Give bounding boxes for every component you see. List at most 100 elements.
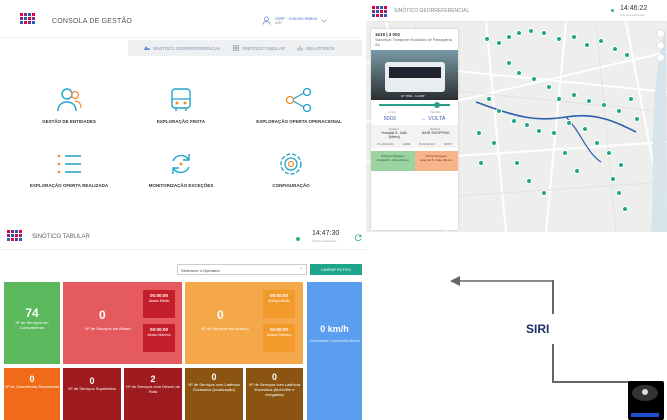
bus-stop-marker[interactable] (541, 30, 547, 36)
user-menu[interactable]: AMP - Antonio Matos AMP (262, 16, 327, 25)
refresh-icon (172, 154, 190, 174)
tile-exploracao-oferta-realizada[interactable]: EXPLORAÇÃO OFERTA REALIZADA (14, 150, 124, 188)
tabular-title: SINÓTICO TABULAR (32, 234, 90, 240)
bus-stop-marker[interactable] (531, 76, 537, 82)
label-linha: Linha (388, 110, 396, 114)
operator-select[interactable]: Selecione o Operador (177, 264, 307, 275)
bus-stop-marker[interactable] (506, 34, 512, 40)
geo-clock: 14:46:22 (620, 5, 648, 12)
bus-stop-marker[interactable] (491, 140, 497, 146)
bus-stop-marker[interactable] (516, 30, 522, 36)
bus-stop-marker[interactable] (618, 162, 624, 168)
box-latencia-localizacao[interactable]: 0 Nº de Serviços com Latência Excessiva … (185, 368, 243, 420)
map-control-button[interactable] (657, 30, 664, 37)
box-suprimidos[interactable]: 0 Nº de Serviços Suprimidos (63, 368, 121, 420)
bus-stop-marker[interactable] (541, 190, 547, 196)
bus-stop-marker[interactable] (526, 178, 532, 184)
bus-stop-marker[interactable] (556, 96, 562, 102)
georreferencial-panel: SINÓTICO GEORREFERENCIAL 14:46:22 Última… (366, 0, 667, 232)
tile-exploracao-frota[interactable]: EXPLORAÇÃO FROTA (126, 86, 236, 124)
bus-stop-marker[interactable] (616, 190, 622, 196)
tile-label: MONITORIZAÇÃO EXCEÇÕES (148, 183, 214, 188)
bus-stop-marker[interactable] (571, 34, 577, 40)
bus-stop-marker[interactable] (511, 118, 517, 124)
bus-stop-marker[interactable] (598, 38, 604, 44)
bus-stop-marker[interactable] (516, 70, 522, 76)
device-dial (642, 389, 648, 395)
status-dot (611, 9, 614, 12)
nav-item-georreferencial[interactable]: SINÓTICO GEORREFERENCIAL (144, 45, 221, 51)
bus-stop-marker[interactable] (536, 128, 542, 134)
tile-label: EXPLORAÇÃO OFERTA OPERACIONAL (256, 119, 342, 124)
map-control-button[interactable] (657, 54, 664, 61)
box-latencia-fecho[interactable]: 0 Nº de Serviços com Latência Excessiva … (246, 368, 303, 420)
tabular-clock: 14:47:30 (312, 230, 340, 237)
map-icon (144, 46, 150, 50)
tile-configuracao[interactable]: CONFIGURAÇÃO (236, 150, 346, 188)
screenshot-root: CONSOLA DE GESTÃO AMP - Antonio Matos AM… (0, 0, 667, 420)
label-sentido: Sentido (430, 110, 441, 114)
bus-stop-marker[interactable] (478, 160, 484, 166)
bus-stop-marker[interactable] (610, 176, 616, 182)
bus-stop-marker[interactable] (484, 36, 490, 42)
bus-stop-marker[interactable] (628, 96, 634, 102)
tile-gestao-entidades[interactable]: GESTÃO DE ENTIDADES (14, 86, 124, 124)
consola-nav: SINÓTICO GEORREFERENCIAL SINÓTICO TABULA… (128, 40, 362, 56)
nav-item-tabular[interactable]: SINÓTICO TABULAR (232, 45, 285, 51)
bus-stop-marker[interactable] (606, 150, 612, 156)
planned-label: PLANEADO (377, 142, 394, 146)
bus-stop-marker[interactable] (634, 116, 640, 122)
vehicle-photo: ET 7801 - G AMP (371, 50, 458, 100)
map-control-button[interactable] (657, 42, 664, 49)
bus-stop-marker[interactable] (496, 108, 502, 114)
destination-value: NAIR SHOPPING (421, 131, 450, 135)
bus-stop-marker[interactable] (486, 96, 492, 102)
bus-stop-marker[interactable] (612, 46, 618, 52)
box-desvio-rota[interactable]: 2 Nº de Serviços com Desvio de Rota (124, 368, 182, 420)
bus-stop-marker[interactable] (624, 52, 630, 58)
bus-stop-marker[interactable] (496, 40, 502, 46)
siri-label: SIRI (526, 322, 550, 336)
bus-stop-marker[interactable] (594, 140, 600, 146)
logo (20, 13, 35, 24)
bus-stop-marker[interactable] (551, 130, 557, 136)
tabular-clock-sub: Última Atualização (312, 239, 337, 243)
bus-stop-marker[interactable] (476, 130, 482, 136)
bus-stop-marker[interactable] (528, 28, 534, 34)
box-velocidade[interactable]: 0 km/h Velocidade Comercial Média (307, 282, 362, 420)
tabular-header: SINÓTICO TABULAR 14:47:30 Última Atualiz… (0, 222, 366, 250)
bus-stop-marker[interactable] (616, 108, 622, 114)
box-cumprimento[interactable]: 74 Nº de Serviços em Cumprimento (4, 282, 60, 364)
refresh-icon[interactable] (355, 234, 362, 241)
bus-stop-marker[interactable] (571, 92, 577, 98)
direction-value: ← VOLTA (421, 116, 446, 122)
connector-line (552, 280, 554, 314)
bus-stop-marker[interactable] (546, 84, 552, 90)
network-icon (285, 87, 312, 113)
bus-stop-marker[interactable] (562, 150, 568, 156)
bus-stop-marker[interactable] (574, 168, 580, 174)
box-ocorrencias[interactable]: 0 Nº de Ocorrências Reportadas (4, 368, 60, 420)
nav-item-relatorios[interactable]: RELATÓRIOS (297, 45, 335, 51)
bus-stop-marker[interactable] (556, 36, 562, 42)
bus-stop-marker[interactable] (622, 206, 628, 212)
route-section: Origem Destino Hospital S. João (Metro) NA… (371, 125, 458, 148)
bus-stop-marker[interactable] (514, 160, 520, 166)
bus-stop-marker[interactable] (566, 120, 572, 126)
tile-exploracao-oferta-operacional[interactable]: EXPLORAÇÃO OFERTA OPERACIONAL (244, 86, 354, 124)
table-icon (232, 45, 239, 51)
box-atraso[interactable]: 0 Nº de Serviços em Atraso 00:00:00 Atras… (63, 282, 182, 364)
vehicle-plate: ET 7801 - G AMP (401, 94, 425, 98)
bus-stop-marker[interactable] (524, 122, 530, 128)
box-avanco[interactable]: 0 Nº de Serviços em Avanço 00:00:00 Avanç… (185, 282, 303, 364)
planned-time-1: 14:30 (402, 142, 411, 146)
bus-stop-marker[interactable] (584, 42, 590, 48)
clear-filter-button[interactable]: LIMPAR FILTRO (310, 264, 362, 275)
planned-time-2: 14:57 (443, 142, 452, 146)
timeline-slider[interactable] (379, 102, 450, 108)
bus-stop-marker[interactable] (506, 60, 512, 66)
tile-monitorizacao-excecoes[interactable]: MONITORIZAÇÃO EXCEÇÕES (126, 150, 236, 188)
bus-stop-marker[interactable] (582, 126, 588, 132)
bus-stop-marker[interactable] (601, 102, 607, 108)
bus-stop-marker[interactable] (586, 98, 592, 104)
